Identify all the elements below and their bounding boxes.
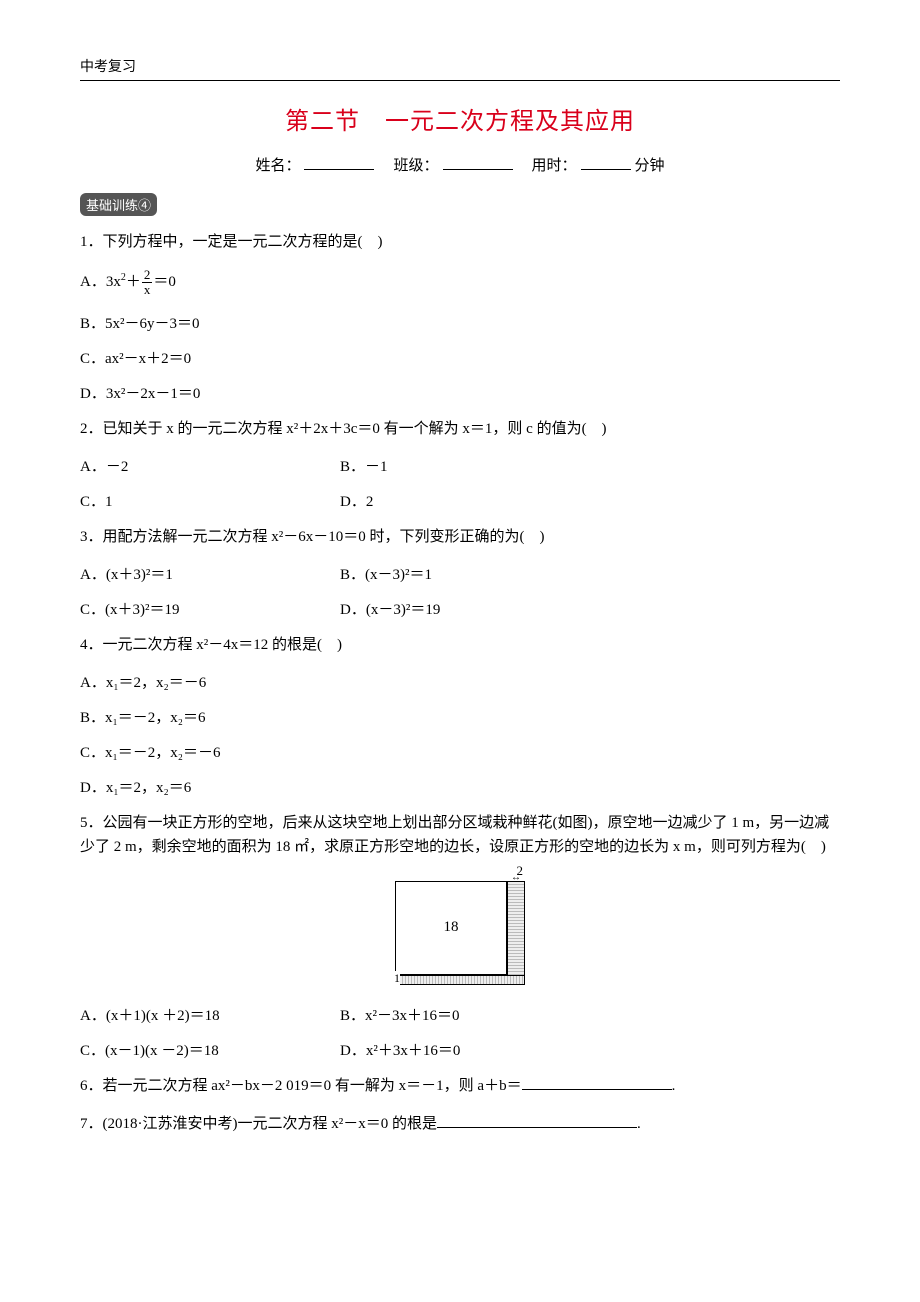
- class-label: 班级：: [393, 158, 438, 174]
- q2-stem: 2．已知关于 x 的一元二次方程 x²＋2x＋3c＝0 有一个解为 x＝1，则 …: [80, 417, 840, 441]
- q4-stem: 4．一元二次方程 x²－4x＝12 的根是( ): [80, 633, 840, 657]
- q4-optA: A．x₁＝2，x₂＝－6: [80, 671, 840, 692]
- q3-optA: A．(x＋3)²＝1: [80, 563, 340, 584]
- q1-optC: C．ax²－x＋2＝0: [80, 347, 840, 368]
- info-row: 姓名： 班级： 用时： 分钟: [80, 154, 840, 175]
- q6-stem-pre: 6．若一元二次方程 ax²－bx－2 019＝0 有一解为 x＝－1，则 a＋b…: [80, 1078, 522, 1094]
- q4-optC: C．x₁＝－2，x₂＝－6: [80, 741, 840, 762]
- q3-optB: B．(x－3)²＝1: [340, 563, 840, 584]
- fig-shaded-bottom: [395, 975, 525, 985]
- q7-blank[interactable]: [437, 1127, 637, 1128]
- q5-optC: C．(x－1)(x －2)＝18: [80, 1039, 340, 1060]
- q1-stem: 1．下列方程中，一定是一元二次方程的是( ): [80, 230, 840, 254]
- q3-stem: 3．用配方法解一元二次方程 x²－6x－10＝0 时，下列变形正确的为( ): [80, 525, 840, 549]
- q5-optD: D．x²＋3x＋16＝0: [340, 1039, 840, 1060]
- q1-optD: D．3x²－2x－1＝0: [80, 382, 840, 403]
- header-tag: 中考复习: [80, 56, 840, 81]
- q3-optD: D．(x－3)²＝19: [340, 598, 840, 619]
- q1-optA: A．3x2＋2x＝0: [80, 268, 840, 298]
- page-title: 第二节 一元二次方程及其应用: [80, 101, 840, 136]
- q2-optC: C．1: [80, 490, 340, 511]
- q6-stem: 6．若一元二次方程 ax²－bx－2 019＝0 有一解为 x＝－1，则 a＋b…: [80, 1074, 840, 1098]
- q5-optA: A．(x＋1)(x ＋2)＝18: [80, 1004, 340, 1025]
- q5-figure: 2 ↔ 18 1: [395, 873, 525, 985]
- q7-stem-pre: 7．(2018·江苏淮安中考)一元二次方程 x²－x＝0 的根是: [80, 1116, 437, 1132]
- q4-optD: D．x₁＝2，x₂＝6: [80, 776, 840, 797]
- class-blank[interactable]: [443, 169, 513, 170]
- q2-optA: A．－2: [80, 455, 340, 476]
- q1-optB: B．5x²－6y－3＝0: [80, 312, 840, 333]
- fig-label-left: 1: [394, 971, 400, 986]
- q6-blank[interactable]: [522, 1089, 672, 1090]
- q1-optA-mid: ＋: [126, 274, 141, 290]
- section-badge: 基础训练④: [80, 193, 157, 216]
- fig-center-label: 18: [444, 919, 459, 936]
- q2-optB: B．－1: [340, 455, 840, 476]
- q2-optD: D．2: [340, 490, 840, 511]
- q7-stem-post: .: [637, 1116, 641, 1132]
- q7-stem: 7．(2018·江苏淮安中考)一元二次方程 x²－x＝0 的根是.: [80, 1112, 840, 1136]
- time-blank[interactable]: [581, 169, 631, 170]
- name-blank[interactable]: [304, 169, 374, 170]
- fraction-icon: 2x: [142, 268, 153, 298]
- fig-inner: 18: [395, 881, 507, 975]
- q4-optB: B．x₁＝－2，x₂＝6: [80, 706, 840, 727]
- q1-optA-pre: A．3x: [80, 274, 121, 290]
- q6-stem-post: .: [672, 1078, 676, 1094]
- q5-optB: B．x²－3x＋16＝0: [340, 1004, 840, 1025]
- q3-optC: C．(x＋3)²＝19: [80, 598, 340, 619]
- name-label: 姓名：: [255, 158, 300, 174]
- q1-optA-post: ＝0: [153, 274, 176, 290]
- time-label: 用时：: [532, 158, 577, 174]
- time-unit: 分钟: [635, 158, 665, 174]
- fig-shaded-right: [507, 881, 525, 985]
- q5-stem: 5．公园有一块正方形的空地，后来从这块空地上划出部分区域栽种鲜花(如图)，原空地…: [80, 811, 840, 859]
